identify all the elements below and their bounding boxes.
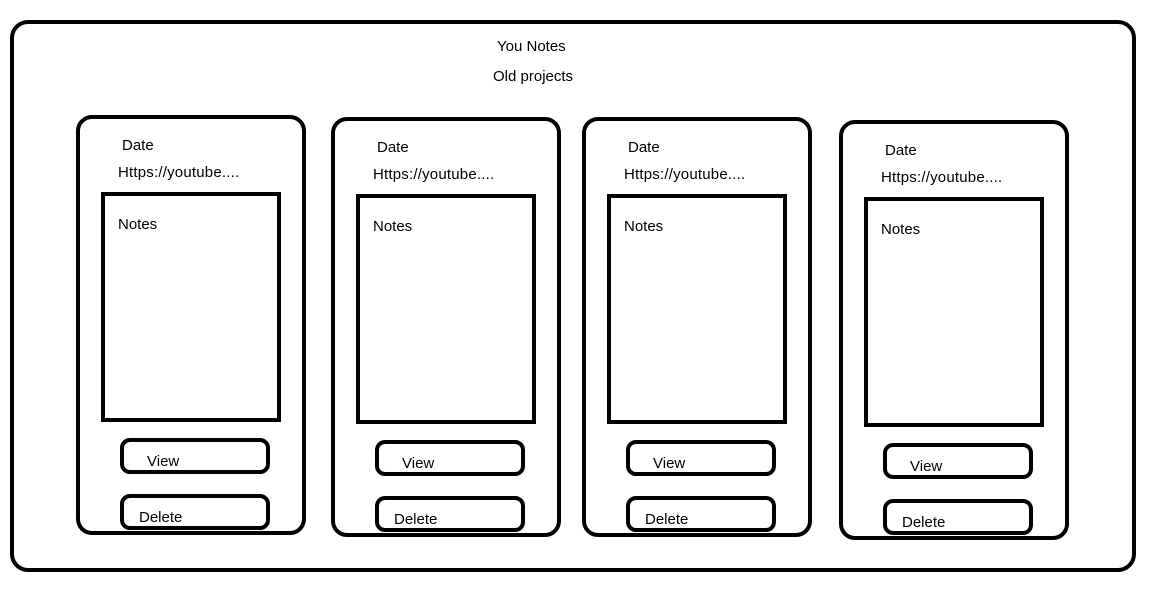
card-notes-area[interactable]: Notes [607, 194, 787, 424]
card-notes-label: Notes [624, 218, 664, 235]
card-url-link[interactable]: Https://youtube.... [881, 169, 1002, 186]
card-date: Date [885, 142, 917, 159]
delete-button[interactable]: Delete [375, 496, 525, 532]
view-button[interactable]: View [883, 443, 1033, 479]
view-button-label: View [653, 455, 686, 472]
delete-button-label: Delete [139, 509, 183, 526]
view-button[interactable]: View [626, 440, 776, 476]
card-date: Date [122, 137, 154, 154]
delete-button-label: Delete [902, 514, 946, 531]
project-card: Date Https://youtube.... Notes View Dele… [839, 120, 1069, 540]
view-button-label: View [402, 455, 435, 472]
project-card: Date Https://youtube.... Notes View Dele… [582, 117, 812, 537]
delete-button[interactable]: Delete [626, 496, 776, 532]
card-url-link[interactable]: Https://youtube.... [118, 164, 239, 181]
card-url-link[interactable]: Https://youtube.... [624, 166, 745, 183]
view-button-label: View [147, 453, 180, 470]
card-notes-area[interactable]: Notes [101, 192, 281, 422]
card-date: Date [628, 139, 660, 156]
view-button-label: View [910, 458, 943, 475]
delete-button[interactable]: Delete [120, 494, 270, 530]
card-notes-area[interactable]: Notes [864, 197, 1044, 427]
card-notes-label: Notes [118, 216, 158, 233]
card-notes-area[interactable]: Notes [356, 194, 536, 424]
view-button[interactable]: View [375, 440, 525, 476]
delete-button[interactable]: Delete [883, 499, 1033, 535]
project-card: Date Https://youtube.... Notes View Dele… [76, 115, 306, 535]
view-button[interactable]: View [120, 438, 270, 474]
card-notes-label: Notes [373, 218, 413, 235]
project-card: Date Https://youtube.... Notes View Dele… [331, 117, 561, 537]
card-url-link[interactable]: Https://youtube.... [373, 166, 494, 183]
app-title: You Notes [497, 38, 566, 55]
section-title: Old projects [493, 68, 574, 85]
card-notes-label: Notes [881, 221, 921, 238]
card-date: Date [377, 139, 409, 156]
delete-button-label: Delete [394, 511, 438, 528]
delete-button-label: Delete [645, 511, 689, 528]
